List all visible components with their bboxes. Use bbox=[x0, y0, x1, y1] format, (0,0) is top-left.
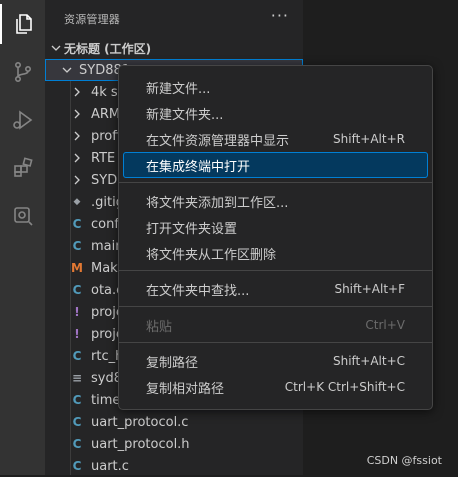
menu-item-label: 复制相对路径 bbox=[146, 381, 225, 397]
menu-item[interactable]: 在文件夹中查找... Shift+Alt+F bbox=[123, 276, 428, 302]
menu-item[interactable]: 复制路径 Shift+Alt+C bbox=[123, 348, 428, 374]
menu-separator bbox=[119, 342, 432, 343]
text-file-icon: ≡ bbox=[71, 371, 83, 385]
menu-item[interactable]: 打开文件夹设置 bbox=[123, 214, 428, 240]
menu-item-label: 新建文件夹... bbox=[146, 107, 224, 123]
source-control-icon[interactable] bbox=[0, 50, 45, 94]
tree-item[interactable]: Cuart_protocol.h bbox=[45, 433, 303, 455]
tree-item[interactable]: Cuart_protocol.c bbox=[45, 411, 303, 433]
menu-item-label: 粘贴 bbox=[146, 319, 173, 335]
menu-item-label: 在集成终端中打开 bbox=[146, 159, 251, 175]
context-menu: 新建文件... 新建文件夹... 在文件资源管理器中显示 Shift+Alt+R 在集成… bbox=[118, 65, 433, 410]
activity-bar bbox=[0, 0, 45, 475]
tree-item-label: uart_protocol.h bbox=[91, 436, 190, 452]
tree-item[interactable]: Cuart.c bbox=[45, 455, 303, 477]
menu-separator bbox=[119, 182, 432, 183]
menu-item-shortcut: Shift+Alt+R bbox=[333, 132, 405, 146]
menu-item-shortcut: Ctrl+K Ctrl+Shift+C bbox=[284, 380, 405, 394]
c-file-icon: C bbox=[72, 393, 82, 407]
menu-item: 粘贴 Ctrl+V bbox=[123, 312, 428, 338]
c-file-icon: C bbox=[72, 415, 82, 429]
menu-separator bbox=[119, 270, 432, 271]
tree-item-label: RTE bbox=[91, 150, 116, 166]
c-file-icon: C bbox=[72, 349, 82, 363]
menu-item[interactable]: 将文件夹添加到工作区... bbox=[123, 188, 428, 214]
menu-item[interactable]: 新建文件... bbox=[123, 74, 428, 100]
menu-item-label: 在文件资源管理器中显示 bbox=[146, 133, 290, 149]
menu-item-label: 将文件夹从工作区删除 bbox=[146, 247, 277, 263]
chevron-right-icon bbox=[69, 106, 85, 122]
menu-item-label: 在文件夹中查找... bbox=[146, 283, 250, 299]
remote-explorer-icon[interactable] bbox=[0, 194, 45, 238]
menu-item-shortcut: Shift+Alt+F bbox=[334, 282, 405, 296]
extensions-icon[interactable] bbox=[0, 146, 45, 190]
files-icon[interactable] bbox=[0, 2, 45, 46]
makefile-icon: M bbox=[71, 261, 83, 275]
c-file-icon: C bbox=[72, 283, 82, 297]
yaml-file-icon: ! bbox=[74, 305, 80, 319]
watermark: CSDN @fssiot bbox=[366, 454, 442, 467]
menu-item-shortcut: Ctrl+V bbox=[365, 318, 405, 332]
chevron-right-icon bbox=[69, 172, 85, 188]
menu-item[interactable]: 在文件资源管理器中显示 Shift+Alt+R bbox=[123, 126, 428, 152]
chevron-down-icon bbox=[48, 40, 64, 56]
git-file-icon: ◆ bbox=[73, 197, 81, 207]
chevron-right-icon bbox=[69, 84, 85, 100]
yaml-file-icon: ! bbox=[74, 327, 80, 341]
c-file-icon: C bbox=[72, 459, 82, 473]
menu-item[interactable]: 将文件夹从工作区删除 bbox=[123, 240, 428, 266]
chevron-right-icon bbox=[69, 128, 85, 144]
menu-item-shortcut: Shift+Alt+C bbox=[332, 354, 405, 368]
run-debug-icon[interactable] bbox=[0, 98, 45, 142]
c-file-icon: C bbox=[72, 437, 82, 451]
tree-item-label: uart.c bbox=[91, 458, 129, 474]
chevron-down-icon bbox=[59, 62, 75, 78]
menu-item[interactable]: 新建文件夹... bbox=[123, 100, 428, 126]
menu-item[interactable]: 在集成终端中打开 bbox=[123, 152, 428, 178]
menu-separator bbox=[119, 306, 432, 307]
menu-item[interactable]: 复制相对路径 Ctrl+K Ctrl+Shift+C bbox=[123, 374, 428, 400]
menu-item-label: 将文件夹添加到工作区... bbox=[146, 195, 289, 211]
tree-item-label: uart_protocol.c bbox=[91, 414, 189, 430]
c-file-icon: C bbox=[72, 239, 82, 253]
menu-item-label: 新建文件... bbox=[146, 81, 211, 97]
workspace-header[interactable]: 无标题 (工作区) bbox=[45, 37, 303, 59]
workspace-title: 无标题 (工作区) bbox=[64, 41, 152, 56]
chevron-right-icon bbox=[69, 150, 85, 166]
menu-item-label: 复制路径 bbox=[146, 355, 199, 371]
more-actions-button[interactable]: ··· bbox=[271, 6, 289, 25]
explorer-title: 资源管理器 bbox=[64, 13, 120, 26]
c-file-icon: C bbox=[72, 217, 82, 231]
menu-item-label: 打开文件夹设置 bbox=[146, 221, 238, 237]
